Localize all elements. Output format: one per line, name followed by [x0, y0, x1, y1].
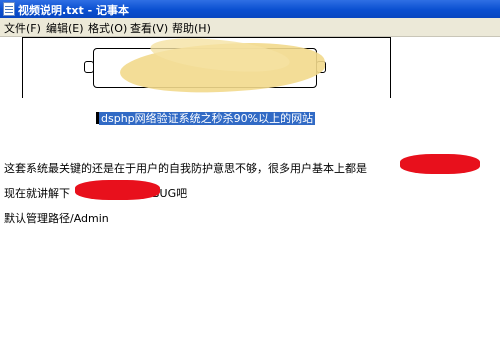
notepad-icon	[3, 2, 15, 16]
selected-text-line[interactable]: dsphp网络验证系统之秒杀90%以上的网站	[96, 110, 316, 126]
red-redaction-1	[400, 154, 480, 174]
red-redaction-2	[75, 180, 160, 200]
menu-view[interactable]: 查看(V)	[130, 20, 168, 36]
menu-bar: 文件(F) 编辑(E) 格式(O) 查看(V) 帮助(H)	[0, 18, 500, 37]
text-line-3: 默认管理路径/Admin	[4, 212, 109, 225]
title-bar: 视频说明.txt - 记事本	[0, 0, 500, 18]
text-line-2-start: 现在就讲解下	[4, 187, 70, 200]
menu-file[interactable]: 文件(F)	[4, 20, 41, 36]
menu-help[interactable]: 帮助(H)	[172, 20, 211, 36]
menu-format[interactable]: 格式(O)	[88, 20, 127, 36]
menu-edit[interactable]: 编辑(E)	[46, 20, 84, 36]
selected-text[interactable]: dsphp网络验证系统之秒杀90%以上的网站	[99, 112, 316, 125]
window-title: 视频说明.txt - 记事本	[18, 4, 130, 17]
text-line-1: 这套系统最关键的还是在于用户的自我防护意思不够，很多用户基本上都是	[4, 162, 367, 175]
